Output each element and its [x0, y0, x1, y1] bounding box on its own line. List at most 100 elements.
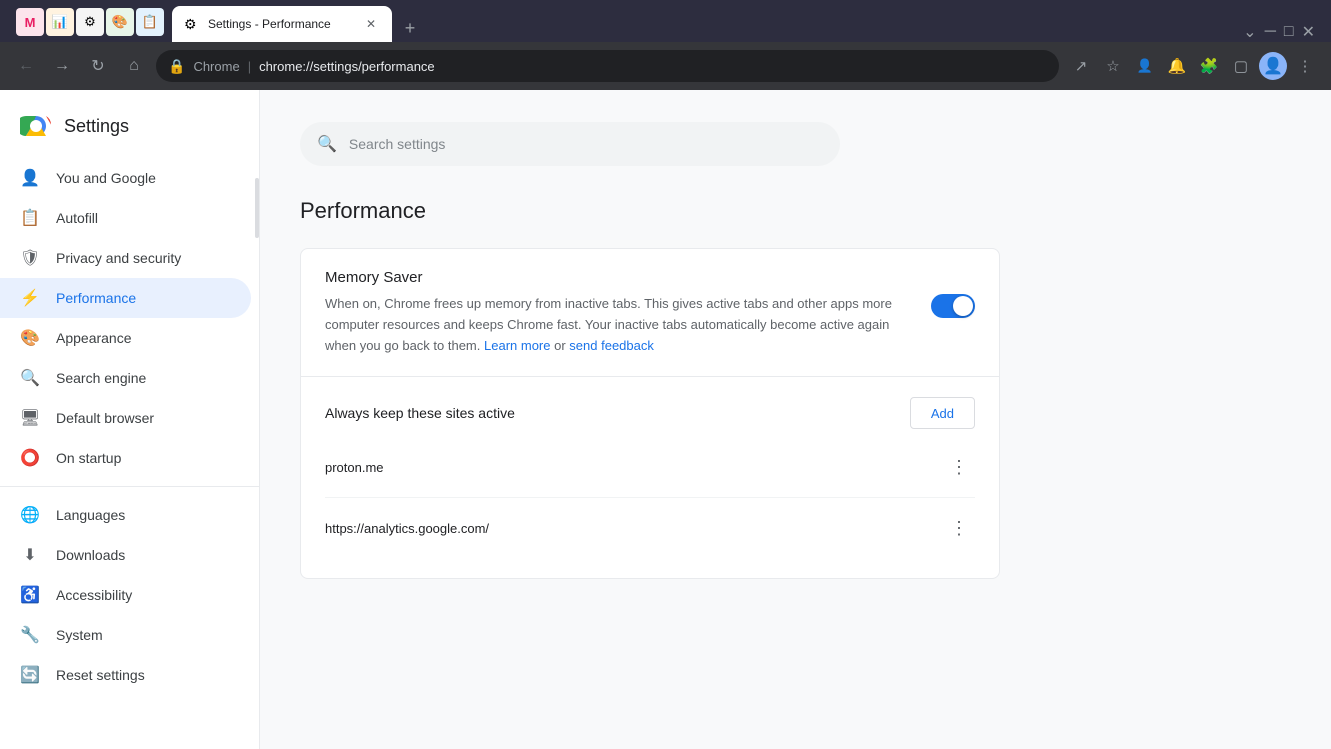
- tab-close-button[interactable]: ✕: [362, 15, 380, 33]
- add-site-button[interactable]: Add: [910, 397, 975, 429]
- avatar[interactable]: 👤: [1259, 52, 1287, 80]
- performance-icon: ⚡: [20, 288, 40, 308]
- content-area: Settings 👤 You and Google 📋 Autofill 🛡 P…: [0, 90, 1331, 749]
- sidebar-toggle-button[interactable]: ▢: [1227, 52, 1255, 80]
- site-url-1: https://analytics.google.com/: [325, 521, 943, 536]
- sidebar-item-performance[interactable]: ⚡ Performance: [0, 278, 251, 318]
- refresh-icon: ↻: [91, 56, 104, 76]
- sidebar-scrollbar: [253, 158, 259, 695]
- pinned-tab-1[interactable]: 📊: [46, 8, 74, 36]
- pinned-tabs: M 📊 ⚙ 🎨 📋: [8, 2, 172, 42]
- sidebar-label-on-startup: On startup: [56, 450, 121, 466]
- close-button[interactable]: ✕: [1302, 22, 1315, 42]
- sidebar-label-downloads: Downloads: [56, 547, 125, 563]
- memory-saver-section: Memory Saver When on, Chrome frees up me…: [301, 249, 999, 376]
- search-bar[interactable]: 🔍: [300, 122, 840, 166]
- back-button[interactable]: ←: [12, 52, 40, 80]
- sidebar-label-system: System: [56, 627, 103, 643]
- address-bar[interactable]: 🔒 Chrome | chrome://settings/performance: [156, 50, 1059, 82]
- memory-saver-toggle[interactable]: [931, 294, 975, 318]
- more-menu-button[interactable]: ⋮: [1291, 52, 1319, 80]
- memory-saver-title: Memory Saver: [325, 269, 975, 286]
- forward-button[interactable]: →: [48, 52, 76, 80]
- scrollbar-thumb: [255, 178, 259, 238]
- sidebar-label-privacy-security: Privacy and security: [56, 250, 181, 266]
- site-menu-button-0[interactable]: ⋮: [943, 451, 975, 483]
- always-active-section: Always keep these sites active Add proto…: [301, 376, 999, 578]
- sidebar-label-reset-settings: Reset settings: [56, 667, 145, 683]
- site-name: Chrome: [193, 59, 239, 74]
- sidebar-item-accessibility[interactable]: ♿ Accessibility: [0, 575, 251, 615]
- pinned-tab-0[interactable]: M: [16, 8, 44, 36]
- sidebar-item-downloads[interactable]: ⬇ Downloads: [0, 535, 251, 575]
- on-startup-icon: ⭕: [20, 448, 40, 468]
- new-tab-button[interactable]: +: [396, 14, 424, 42]
- pinned-tab-3[interactable]: 🎨: [106, 8, 134, 36]
- sidebar-item-autofill[interactable]: 📋 Autofill: [0, 198, 251, 238]
- you-and-google-icon: 👤: [20, 168, 40, 188]
- pinned-tab-2[interactable]: ⚙: [76, 8, 104, 36]
- sidebar-label-search-engine: Search engine: [56, 370, 146, 386]
- table-row: https://analytics.google.com/ ⋮: [325, 497, 975, 558]
- home-button[interactable]: ⌂: [120, 52, 148, 80]
- privacy-security-icon: 🛡: [20, 248, 40, 268]
- sidebar-item-system[interactable]: 🔧 System: [0, 615, 251, 655]
- sidebar-item-appearance[interactable]: 🎨 Appearance: [0, 318, 251, 358]
- memory-saver-or-text: or: [554, 338, 566, 353]
- nav-divider: [0, 486, 259, 487]
- memory-saver-learn-more-link[interactable]: Learn more: [484, 338, 554, 353]
- sidebar-label-performance: Performance: [56, 290, 136, 306]
- search-engine-icon: 🔍: [20, 368, 40, 388]
- sidebar: Settings 👤 You and Google 📋 Autofill 🛡 P…: [0, 90, 260, 749]
- share-button[interactable]: ↗: [1067, 52, 1095, 80]
- maximize-button[interactable]: □: [1284, 23, 1294, 41]
- refresh-button[interactable]: ↻: [84, 52, 112, 80]
- tab-bar: M 📊 ⚙ 🎨 📋 ⚙ Settings - Performance ✕ + ⌄…: [0, 0, 1331, 42]
- reset-settings-icon: 🔄: [20, 665, 40, 685]
- sidebar-item-languages[interactable]: 🌐 Languages: [0, 495, 251, 535]
- active-tab[interactable]: ⚙ Settings - Performance ✕: [172, 6, 392, 42]
- extension-icon[interactable]: 🧩: [1195, 52, 1223, 80]
- url-display: chrome://settings/performance: [259, 59, 435, 74]
- accessibility-icon: ♿: [20, 585, 40, 605]
- table-row: proton.me ⋮: [325, 437, 975, 497]
- site-menu-button-1[interactable]: ⋮: [943, 512, 975, 544]
- learn-more-link[interactable]: Learn more: [484, 338, 550, 353]
- tab-favicon: ⚙: [184, 16, 200, 32]
- home-icon: ⌂: [129, 57, 139, 75]
- minimize-button[interactable]: ─: [1265, 23, 1276, 41]
- appearance-icon: 🎨: [20, 328, 40, 348]
- memory-saver-description: When on, Chrome frees up memory from ina…: [325, 294, 915, 356]
- languages-icon: 🌐: [20, 505, 40, 525]
- extension-alert-icon[interactable]: 🔔: [1163, 52, 1191, 80]
- bookmark-button[interactable]: ☆: [1099, 52, 1127, 80]
- sidebar-nav: 👤 You and Google 📋 Autofill 🛡 Privacy an…: [0, 158, 259, 695]
- sidebar-item-privacy-security[interactable]: 🛡 Privacy and security: [0, 238, 251, 278]
- chrome-logo: [20, 110, 52, 142]
- sidebar-item-on-startup[interactable]: ⭕ On startup: [0, 438, 251, 478]
- always-active-label: Always keep these sites active: [325, 405, 515, 421]
- memory-saver-body: When on, Chrome frees up memory from ina…: [325, 294, 975, 356]
- url-separator: |: [248, 59, 251, 74]
- pinned-tab-4[interactable]: 📋: [136, 8, 164, 36]
- tab-list-button[interactable]: ⌄: [1243, 22, 1256, 42]
- sidebar-item-you-and-google[interactable]: 👤 You and Google: [0, 158, 251, 198]
- settings-header: Settings: [0, 98, 259, 158]
- profile-icon[interactable]: 👤: [1131, 52, 1159, 80]
- search-input[interactable]: [349, 136, 823, 152]
- page-title: Performance: [300, 198, 1291, 224]
- sites-list: proton.me ⋮ https://analytics.google.com…: [325, 437, 975, 558]
- search-bar-container: 🔍: [300, 122, 1291, 166]
- toggle-slider: [931, 294, 975, 318]
- search-icon: 🔍: [317, 134, 337, 154]
- sidebar-item-default-browser[interactable]: 🖥 Default browser: [0, 398, 251, 438]
- sidebar-item-reset-settings[interactable]: 🔄 Reset settings: [0, 655, 251, 695]
- avatar-image: 👤: [1263, 56, 1283, 76]
- back-icon: ←: [18, 57, 34, 75]
- sidebar-item-search-engine[interactable]: 🔍 Search engine: [0, 358, 251, 398]
- autofill-icon: 📋: [20, 208, 40, 228]
- send-feedback-link[interactable]: send feedback: [569, 338, 654, 353]
- site-url-0: proton.me: [325, 460, 943, 475]
- sidebar-label-default-browser: Default browser: [56, 410, 154, 426]
- toolbar: ← → ↻ ⌂ 🔒 Chrome | chrome://settings/per…: [0, 42, 1331, 90]
